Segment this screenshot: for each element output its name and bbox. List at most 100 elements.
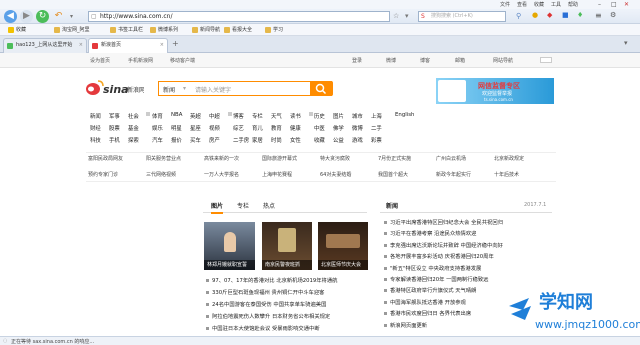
category-link[interactable]: 天气 [271, 112, 282, 120]
category-link[interactable]: 体育 [152, 112, 163, 120]
category-link[interactable]: 健康 [290, 124, 301, 132]
bookmark-item[interactable]: 淘宝网_阿里 [54, 26, 90, 34]
mail-link[interactable]: 邮箱 [455, 57, 465, 64]
thumb-photo[interactable]: 林郑月娥就职宣誓 [204, 222, 255, 270]
checkbox-icon[interactable] [540, 57, 552, 63]
news-item[interactable]: 香港特区政府举行升旗仪式 天气晴朗 [384, 286, 476, 294]
hot-link[interactable]: 我国首个超大 [378, 171, 408, 178]
category-link[interactable]: 佛学 [333, 124, 344, 132]
dropdown-icon[interactable]: ▾ [65, 10, 78, 23]
category-link[interactable]: 综艺 [233, 124, 244, 132]
news-item[interactable]: 香港市民欢度回归日 各界代表出席 [384, 309, 471, 317]
category-link[interactable]: 基金 [128, 124, 139, 132]
site-nav-link[interactable]: 网站导航 [493, 57, 513, 64]
hot-link[interactable]: 7月份正式实施 [378, 155, 411, 162]
bookmark-item[interactable]: 新闻导航 [192, 26, 220, 34]
bookmark-item[interactable]: 书签工具栏 [110, 26, 143, 34]
category-link[interactable]: 军事 [109, 112, 120, 120]
news-item[interactable]: 24名中国游客在泰国受伤 中国共享单车骑遍美国 [206, 300, 326, 308]
category-link[interactable]: 育儿 [252, 124, 263, 132]
news-item[interactable]: 330斤巨型石斑鱼现福州 贵州铜仁开中斗车迎客 [206, 288, 324, 296]
category-link[interactable]: 游戏 [352, 136, 363, 144]
hot-link[interactable]: 新政今年起实行 [436, 171, 471, 178]
hot-link[interactable]: 北京新政规定 [494, 155, 524, 162]
new-tab-icon[interactable]: + [172, 39, 179, 48]
hot-link[interactable]: 预约专家门诊 [88, 171, 118, 178]
category-link[interactable]: 股票 [109, 124, 120, 132]
maximize-icon[interactable]: □ [611, 1, 617, 8]
news-item[interactable]: 中国海军舰队抵达香港 开放参观 [384, 298, 466, 306]
tab-pictures[interactable]: 图片 [211, 201, 224, 214]
hot-link[interactable]: 三代网络视频 [146, 171, 176, 178]
sina-logo[interactable]: sina 新浪网 [84, 77, 145, 99]
settings-icon[interactable]: ⚙ [610, 11, 616, 19]
search-button[interactable] [310, 81, 333, 96]
category-link[interactable]: 博客 [233, 112, 244, 120]
category-link[interactable]: 微博 [352, 124, 363, 132]
category-link[interactable]: 科技 [90, 136, 101, 144]
category-link[interactable]: 读书 [290, 112, 301, 120]
category-link[interactable]: 城市 [352, 112, 363, 120]
news-item[interactable]: 97、07、17年的香港对比 北京新机场2019年将通航 [206, 276, 337, 284]
more-icon[interactable]: ▾ [405, 12, 409, 20]
set-home-link[interactable]: 设为首页 [90, 57, 110, 64]
category-link[interactable]: 二手 [371, 124, 382, 132]
category-link[interactable]: 娱乐 [152, 124, 163, 132]
hot-link[interactable]: 广州白云机场 [436, 155, 466, 162]
forward-icon[interactable]: ▶ [20, 10, 33, 23]
category-link[interactable]: 图片 [333, 112, 344, 120]
tab-columns[interactable]: 专栏 [237, 201, 249, 210]
blog-link[interactable]: 博客 [420, 57, 430, 64]
category-link[interactable]: 探索 [128, 136, 139, 144]
refresh-icon[interactable]: ↻ [36, 10, 49, 23]
category-link[interactable]: 汽车 [152, 136, 163, 144]
search-arrow-icon[interactable]: ▾ [183, 85, 186, 92]
mobile-sina-link[interactable]: 手机新浪网 [128, 57, 153, 64]
category-link[interactable]: 上海 [371, 112, 382, 120]
menu-view[interactable]: 查看 [517, 1, 527, 8]
bookmark-item[interactable]: 看报大全 [224, 26, 252, 34]
hot-link[interactable]: 富阳民政局网友 [88, 155, 123, 162]
search-box[interactable]: S 搜狗搜索 (Ctrl+K) [418, 11, 506, 22]
hot-link[interactable]: 十年后技术 [494, 171, 519, 178]
category-link[interactable]: 中超 [209, 112, 220, 120]
category-link[interactable]: 家居 [252, 136, 263, 144]
category-link[interactable]: 收藏 [314, 136, 325, 144]
star-icon[interactable]: ☆ [393, 12, 399, 20]
category-link[interactable]: 女性 [290, 136, 301, 144]
category-link[interactable]: 彩票 [371, 136, 382, 144]
category-link[interactable]: 买车 [190, 136, 201, 144]
hot-link[interactable]: 高铁来新的一次 [204, 155, 239, 162]
close-tab-icon[interactable]: × [79, 39, 83, 52]
hot-link[interactable]: 国际旅游开幕式 [262, 155, 297, 162]
category-link[interactable]: 房产 [209, 136, 220, 144]
weibo-link[interactable]: 微博 [386, 57, 396, 64]
site-search-input[interactable]: 新闻 ▾ 请输入关键字 [158, 81, 332, 96]
tab-news[interactable]: 新闻 [386, 201, 398, 210]
category-link[interactable]: 视频 [209, 124, 220, 132]
category-link[interactable]: English [395, 112, 414, 118]
close-tab-icon[interactable]: × [160, 39, 164, 52]
category-link[interactable]: 报价 [171, 136, 182, 144]
hot-link[interactable]: 特大贪污腐败 [320, 155, 350, 162]
menu-help[interactable]: 帮助 [568, 1, 578, 8]
category-link[interactable]: 明星 [171, 124, 182, 132]
extension-icon[interactable]: ● [532, 11, 538, 19]
tab-sina[interactable]: 新浪首页 × [88, 38, 168, 53]
menu-icon[interactable]: ≡ [595, 11, 602, 20]
close-icon[interactable]: ✕ [624, 1, 629, 8]
minimize-icon[interactable]: – [598, 1, 601, 8]
category-link[interactable]: 财经 [90, 124, 101, 132]
tool-icon[interactable]: ■ [562, 11, 569, 19]
category-link[interactable]: 社会 [128, 112, 139, 120]
magnifier-icon[interactable]: ⚲ [516, 12, 521, 20]
tab-hot[interactable]: 热点 [263, 201, 275, 210]
menu-favorites[interactable]: 收藏 [534, 1, 544, 8]
news-item[interactable]: 习近平出席香港特区回归纪念大会 全民共祝回归 [384, 218, 503, 226]
mobile-client-link[interactable]: 移动客户端 [170, 57, 195, 64]
category-link[interactable]: 中医 [314, 124, 325, 132]
news-item[interactable]: 各地开展丰富多彩活动 庆祝香港回归20周年 [384, 252, 494, 260]
bookmark-item[interactable]: 学习 [265, 26, 283, 34]
search-category-select[interactable]: 新闻 [163, 85, 175, 94]
news-item[interactable]: 新浪网页面更新 [384, 321, 427, 329]
